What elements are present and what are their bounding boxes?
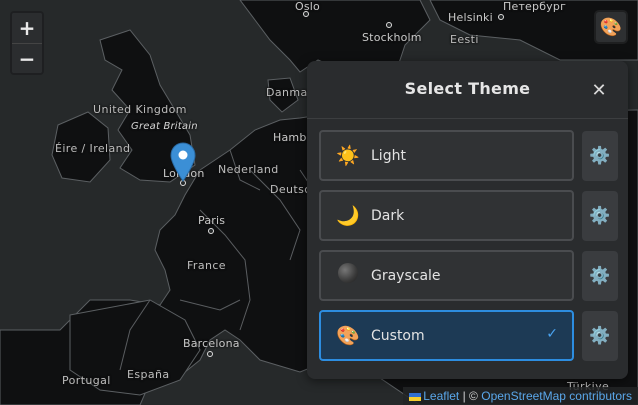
city-dot-stockholm: [386, 22, 392, 28]
panel-divider: [307, 118, 628, 119]
city-dot-paris: [208, 228, 214, 234]
theme-row-custom: 🎨 Custom ✓ ⚙️: [319, 310, 621, 362]
theme-settings-button-light[interactable]: ⚙️: [582, 131, 618, 181]
panel-title: Select Theme: [404, 79, 531, 98]
theme-row-light: ☀️ Light ⚙️: [319, 130, 621, 182]
country-label-espana: España: [127, 368, 170, 381]
theme-row-dark: 🌙 Dark ⚙️: [319, 190, 621, 242]
grayscale-circle-icon: [335, 263, 361, 288]
checkmark-icon: ✓: [546, 326, 558, 342]
country-label-deutschland: Deutsc: [270, 183, 311, 196]
country-label-portugal: Portugal: [62, 374, 111, 387]
zoom-out-button[interactable]: −: [12, 43, 42, 73]
country-label-france: France: [187, 259, 226, 272]
attribution-separator: | ©: [462, 389, 478, 403]
country-label-eesti: Eesti: [450, 33, 479, 46]
island-label-great-britain: Great Britain: [131, 121, 198, 132]
location-marker[interactable]: [170, 142, 196, 182]
theme-settings-button-grayscale[interactable]: ⚙️: [582, 251, 618, 301]
country-label-united-kingdom: United Kingdom: [93, 103, 187, 116]
city-label-helsinki: Helsinki: [448, 11, 493, 24]
palette-icon: 🎨: [336, 325, 360, 347]
theme-row-grayscale: Grayscale ⚙️: [319, 250, 621, 302]
theme-panel: Select Theme ✕ ☀️ Light ⚙️ 🌙 Dark ⚙️ Gra…: [307, 61, 628, 379]
theme-label: Custom: [371, 327, 425, 344]
palette-icon: 🎨: [599, 16, 623, 38]
map-pin-icon: [170, 142, 196, 182]
city-label-stockholm: Stockholm: [362, 31, 422, 44]
city-dot-helsinki: [498, 14, 504, 20]
theme-option-dark[interactable]: 🌙 Dark: [319, 190, 574, 241]
moon-icon: 🌙: [336, 205, 360, 227]
theme-option-light[interactable]: ☀️ Light: [319, 130, 574, 181]
gear-icon: ⚙️: [589, 206, 611, 226]
city-label-paris: Paris: [198, 214, 226, 227]
country-label-ireland: Éire / Ireland: [55, 142, 131, 155]
theme-settings-button-dark[interactable]: ⚙️: [582, 191, 618, 241]
osm-link[interactable]: OpenStreetMap contributors: [481, 389, 632, 403]
theme-settings-button-custom[interactable]: ⚙️: [582, 311, 618, 361]
gear-icon: ⚙️: [589, 266, 611, 286]
theme-toggle-button[interactable]: 🎨: [594, 10, 628, 44]
gear-icon: ⚙️: [589, 146, 611, 166]
theme-option-grayscale[interactable]: Grayscale: [319, 250, 574, 301]
gear-icon: ⚙️: [589, 326, 611, 346]
theme-label: Dark: [371, 207, 405, 224]
leaflet-link[interactable]: Leaflet: [423, 389, 459, 403]
sun-icon: ☀️: [336, 145, 360, 167]
map-attribution: Leaflet | © OpenStreetMap contributors: [403, 387, 638, 405]
city-label-st-petersburg: Петербург: [503, 0, 567, 13]
country-label-danmark: Danmar: [266, 86, 313, 99]
theme-label: Light: [371, 147, 406, 164]
theme-option-custom[interactable]: 🎨 Custom ✓: [319, 310, 574, 361]
zoom-in-button[interactable]: +: [12, 13, 42, 43]
ukraine-flag-icon: [409, 393, 422, 401]
city-label-barcelona: Barcelona: [183, 337, 240, 350]
close-button[interactable]: ✕: [589, 81, 609, 101]
city-dot-barcelona: [207, 351, 213, 357]
zoom-control: + −: [10, 11, 44, 75]
theme-label: Grayscale: [371, 267, 441, 284]
country-label-nederland: Nederland: [218, 163, 279, 176]
city-dot-oslo: [303, 11, 309, 17]
